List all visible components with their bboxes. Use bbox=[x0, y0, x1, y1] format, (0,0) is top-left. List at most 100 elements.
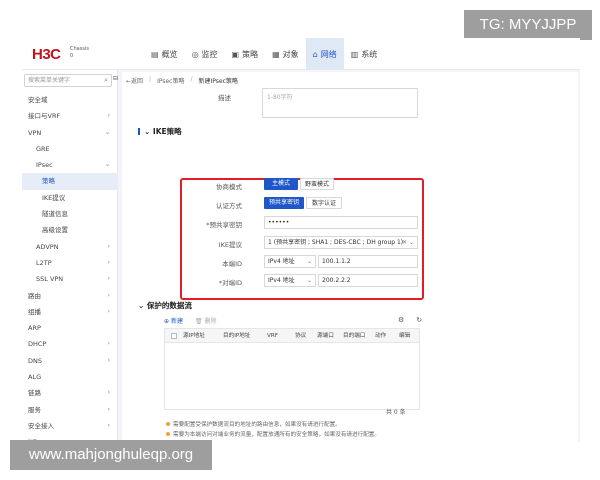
nav-overview[interactable]: ▤ 概览 bbox=[144, 38, 185, 70]
top-bar: H3C Chassis 0 ▤ 概览 ◎ 监控 ▣ 策略 ▦ 对象 ⌂ 网络 ▥ 系统 bbox=[22, 38, 580, 70]
sidebar-item[interactable]: 组播 › bbox=[22, 304, 118, 320]
desc-textarea[interactable]: 1-80字符 bbox=[262, 88, 418, 118]
psk-input[interactable]: •••••• bbox=[264, 216, 418, 229]
auth-psk-option[interactable]: 预共享密钥 bbox=[264, 197, 304, 209]
ike-section-title[interactable]: ⌄ IKE策略 bbox=[138, 126, 182, 137]
sidebar-item[interactable]: 高级设置 bbox=[22, 222, 118, 238]
col-dst-port: 目的端口 bbox=[343, 333, 366, 339]
peer-id-input[interactable]: 200.2.2.2 bbox=[318, 274, 418, 287]
chevron-down-icon: ⌄ bbox=[104, 161, 110, 169]
sidebar-item[interactable]: DNS › bbox=[22, 353, 118, 369]
add-label: 新建 bbox=[170, 318, 183, 325]
proposal-select[interactable]: 1 (预共享密钥 ; SHA1 ; DES-CBC ; DH group 1) ✕… bbox=[264, 236, 418, 249]
note-route-text: 需要配置受保护数据流目的地址的路由信息，如果没有请进行配置。 bbox=[173, 422, 341, 428]
menu-search-input[interactable]: 搜索菜单关键字 ⌕ bbox=[24, 74, 112, 87]
local-id-type-select[interactable]: IPv4 地址 ⌄ bbox=[264, 255, 316, 268]
col-protocol: 协议 bbox=[295, 333, 307, 339]
nav-object[interactable]: ▦ 对象 bbox=[265, 38, 306, 70]
search-icon[interactable]: ⌕ bbox=[104, 75, 108, 86]
proposal-label: IKE提议 bbox=[218, 241, 242, 249]
sidebar-collapse-icon[interactable]: ⊟ bbox=[113, 75, 118, 82]
sidebar-item[interactable]: 服务 › bbox=[22, 402, 118, 418]
clear-chevron-icon[interactable]: ✕ ⌄ bbox=[402, 237, 414, 248]
col-src-ip: 源IP地址 bbox=[183, 333, 205, 339]
chevron-down-icon: ⌄ bbox=[104, 128, 110, 136]
nav-system-label: 系统 bbox=[361, 49, 378, 59]
local-id-type: IPv4 地址 bbox=[268, 258, 295, 265]
sidebar-item-label: VPN bbox=[28, 128, 42, 137]
col-edit: 编辑 bbox=[399, 333, 411, 339]
sidebar-item[interactable]: IKE提议 bbox=[22, 190, 118, 206]
note-policy: 需要为本端访问对端业务的流量，配置放通所有的安全策略，如果没有请进行配置。 bbox=[166, 430, 380, 438]
breadcrumb-separator: | bbox=[149, 76, 152, 83]
object-icon: ▦ bbox=[272, 49, 280, 59]
sidebar-item[interactable]: 路由 › bbox=[22, 288, 118, 304]
chevron-right-icon: › bbox=[107, 258, 110, 266]
sidebar-item[interactable]: 链路 › bbox=[22, 385, 118, 401]
sidebar-item[interactable]: 安全接入 › bbox=[22, 418, 118, 434]
col-src-port: 源端口 bbox=[317, 333, 334, 339]
ike-title-text: IKE策略 bbox=[152, 127, 182, 136]
sidebar-item-label: SSL VPN bbox=[36, 275, 64, 284]
sidebar-item[interactable]: ADVPN › bbox=[22, 239, 118, 255]
peer-id-value: 200.2.2.2 bbox=[322, 277, 351, 284]
sidebar-item[interactable]: GRE bbox=[22, 141, 118, 157]
breadcrumb-separator: / bbox=[190, 76, 193, 83]
sidebar-item[interactable]: IPsec ⌄ bbox=[22, 157, 118, 173]
add-button[interactable]: ⊕ 新建 bbox=[164, 316, 183, 325]
delete-button[interactable]: 🗑 删除 bbox=[195, 316, 217, 325]
nav-network[interactable]: ⌂ 网络 bbox=[305, 38, 344, 70]
refresh-icon[interactable]: ↻ bbox=[416, 316, 422, 324]
h3c-logo: H3C bbox=[32, 46, 61, 63]
col-action: 动作 bbox=[375, 333, 387, 339]
sidebar-item[interactable]: SSL VPN › bbox=[22, 271, 118, 287]
breadcrumb: ←返回 | IPsec策略 / 新建IPsec策略 bbox=[126, 76, 238, 85]
breadcrumb-parent[interactable]: IPsec策略 bbox=[157, 76, 184, 85]
mode-aggressive-option[interactable]: 野蛮模式 bbox=[300, 178, 334, 190]
flow-toolbar: ⊕ 新建 🗑 删除 bbox=[164, 316, 217, 325]
sidebar-item[interactable]: 隧道信息 bbox=[22, 206, 118, 222]
auth-cert-option[interactable]: 数字认证 bbox=[306, 197, 342, 209]
nav-policy[interactable]: ▣ 策略 bbox=[225, 38, 266, 70]
sidebar-item[interactable]: ALG bbox=[22, 369, 118, 385]
sidebar-item-label: 高级设置 bbox=[42, 226, 68, 235]
sidebar-item-label: DHCP bbox=[28, 340, 47, 349]
back-link[interactable]: ←返回 bbox=[126, 76, 143, 85]
nav-network-label: 网络 bbox=[320, 49, 337, 59]
sidebar-item-label: 隧道信息 bbox=[42, 210, 68, 219]
chevron-right-icon: › bbox=[107, 340, 110, 348]
menu-search-placeholder: 搜索菜单关键字 bbox=[28, 77, 71, 84]
local-id-input[interactable]: 100.1.1.2 bbox=[318, 255, 418, 268]
chevron-right-icon: › bbox=[107, 421, 110, 429]
flow-section-title[interactable]: ⌄ 保护的数据流 bbox=[138, 300, 192, 311]
peer-id-type-select[interactable]: IPv4 地址 ⌄ bbox=[264, 274, 316, 287]
chevron-right-icon: › bbox=[107, 389, 110, 397]
nav-object-label: 对象 bbox=[282, 49, 299, 59]
nav-system[interactable]: ▥ 系统 bbox=[344, 38, 385, 70]
sidebar-item[interactable]: L2TP › bbox=[22, 255, 118, 271]
sidebar-item-label: 路由 bbox=[28, 291, 41, 300]
app-window: H3C Chassis 0 ▤ 概览 ◎ 监控 ▣ 策略 ▦ 对象 ⌂ 网络 ▥ 系统 搜索… bbox=[22, 38, 580, 442]
sidebar-item-label: 链路 bbox=[28, 389, 41, 398]
sidebar-item[interactable]: 策略 bbox=[22, 173, 118, 190]
sidebar-item[interactable]: 安全域 bbox=[22, 92, 118, 108]
mode-main-option[interactable]: 主模式 bbox=[264, 178, 298, 190]
sidebar-item[interactable]: 接口与VRF › bbox=[22, 108, 118, 124]
select-all-checkbox[interactable] bbox=[171, 333, 177, 339]
sidebar-item-label: IKE提议 bbox=[42, 193, 66, 202]
breadcrumb-current: 新建IPsec策略 bbox=[198, 78, 238, 85]
chevron-down-icon: ⌄ bbox=[306, 277, 312, 284]
chassis-number: 0 bbox=[70, 53, 74, 59]
col-vrf: VRF bbox=[267, 333, 278, 339]
warning-dot-icon bbox=[166, 432, 170, 436]
settings-icon[interactable]: ⚙ bbox=[398, 316, 404, 324]
chevron-right-icon: › bbox=[107, 307, 110, 315]
sidebar-item[interactable]: ARP bbox=[22, 320, 118, 336]
sidebar-item[interactable]: VPN ⌄ bbox=[22, 125, 118, 141]
sidebar-item-label: GRE bbox=[36, 144, 50, 153]
nav-monitor[interactable]: ◎ 监控 bbox=[185, 38, 225, 70]
system-icon: ▥ bbox=[350, 49, 359, 59]
sidebar-item[interactable]: DHCP › bbox=[22, 336, 118, 352]
flow-toolbar-right: ⚙ ↻ bbox=[398, 316, 422, 324]
network-icon: ⌂ bbox=[312, 49, 318, 59]
